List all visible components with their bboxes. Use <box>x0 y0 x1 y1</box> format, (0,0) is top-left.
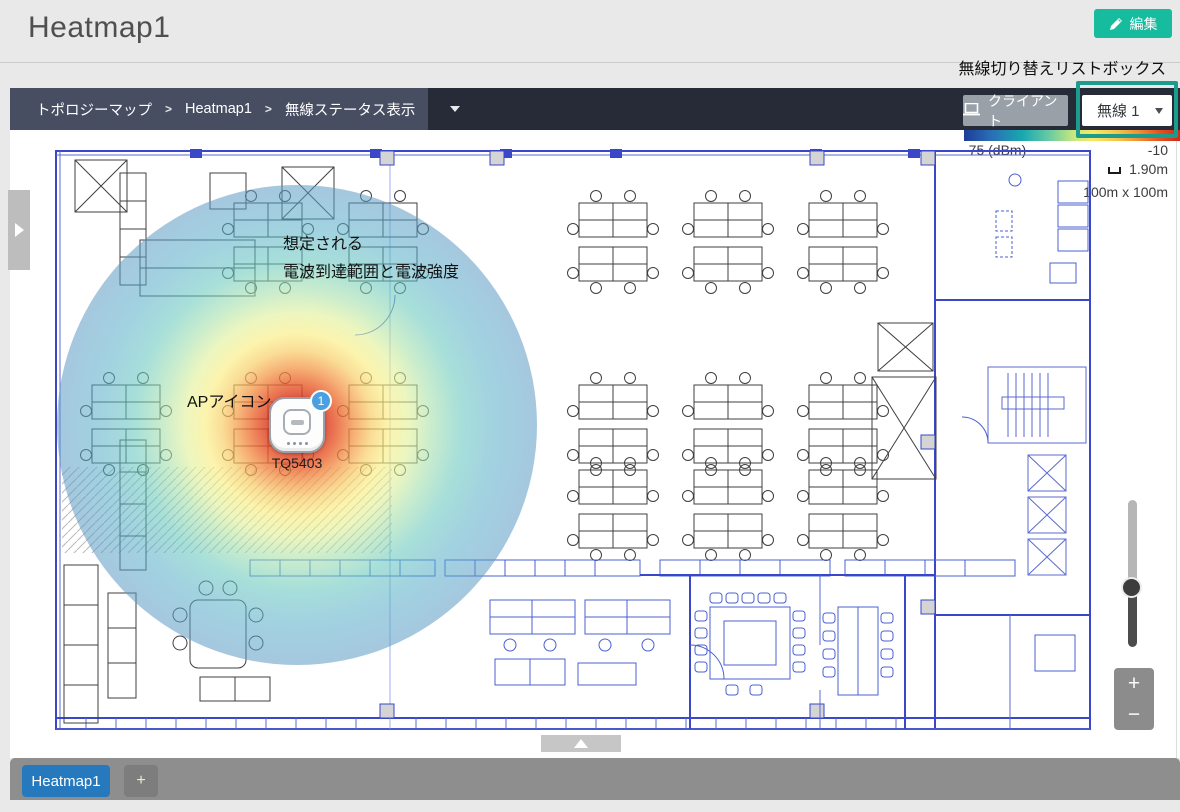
chevron-up-icon <box>574 739 588 748</box>
ap-icon-leds <box>271 442 323 445</box>
chevron-right-icon <box>15 223 24 237</box>
caret-down-icon[interactable] <box>450 106 460 112</box>
legend-max-label: -10 <box>1148 142 1168 158</box>
laptop-icon <box>963 103 980 119</box>
breadcrumb-separator: > <box>265 102 272 116</box>
edit-button[interactable]: 編集 <box>1094 9 1172 38</box>
listbox-annotation-label: 無線切り替えリストボックス <box>0 55 1166 79</box>
add-tab-button[interactable]: + <box>124 765 158 797</box>
radio-select-value: 無線 1 <box>1097 100 1140 121</box>
scale-icon <box>1108 167 1121 174</box>
ap-icon[interactable]: 1 <box>269 397 325 453</box>
sidebar-expand-button[interactable] <box>8 190 30 270</box>
ap-count-badge: 1 <box>310 390 332 412</box>
client-button-label: クライアント <box>988 91 1068 131</box>
breadcrumb-topology-map[interactable]: トポロジーマップ <box>36 99 152 120</box>
breadcrumb-wireless-status[interactable]: 無線ステータス表示 <box>285 99 416 120</box>
floorplan-drawing <box>50 145 1095 735</box>
edit-button-label: 編集 <box>1130 14 1158 34</box>
range-annotation-line1: 想定される <box>283 230 363 254</box>
zoom-slider-thumb[interactable] <box>1121 577 1142 598</box>
breadcrumb-heatmap1[interactable]: Heatmap1 <box>185 101 252 117</box>
tab-heatmap1[interactable]: Heatmap1 <box>22 765 110 797</box>
zoom-out-button[interactable]: − <box>1114 699 1154 730</box>
breadcrumb-separator: > <box>165 102 172 116</box>
caret-down-icon <box>1155 108 1163 114</box>
zoom-slider-track[interactable] <box>1128 500 1137 588</box>
radio-select[interactable]: 無線 1 <box>1082 95 1172 126</box>
ap-name-label: TQ5403 <box>265 455 329 471</box>
map-tab-bar: Heatmap1 + <box>10 758 1180 800</box>
ap-icon-body <box>283 409 311 435</box>
breadcrumb: トポロジーマップ > Heatmap1 > 無線ステータス表示 <box>10 88 428 130</box>
page-title: Heatmap1 <box>28 11 170 45</box>
canvas-edge <box>1176 130 1177 758</box>
pencil-icon <box>1109 17 1123 31</box>
zoom-controls: + − <box>1114 668 1154 730</box>
client-button[interactable]: クライアント <box>963 95 1068 126</box>
zoom-in-button[interactable]: + <box>1114 668 1154 699</box>
tabbar-collapse-button[interactable] <box>541 735 621 752</box>
legend-scale-value: 1.90m <box>1129 161 1168 177</box>
signal-gradient-legend <box>964 130 1180 141</box>
map-toolbar: トポロジーマップ > Heatmap1 > 無線ステータス表示 クライアント 無… <box>10 88 1180 130</box>
ap-annotation-label: APアイコン <box>187 388 272 412</box>
range-annotation-line2: 電波到達範囲と電波強度 <box>283 258 459 282</box>
